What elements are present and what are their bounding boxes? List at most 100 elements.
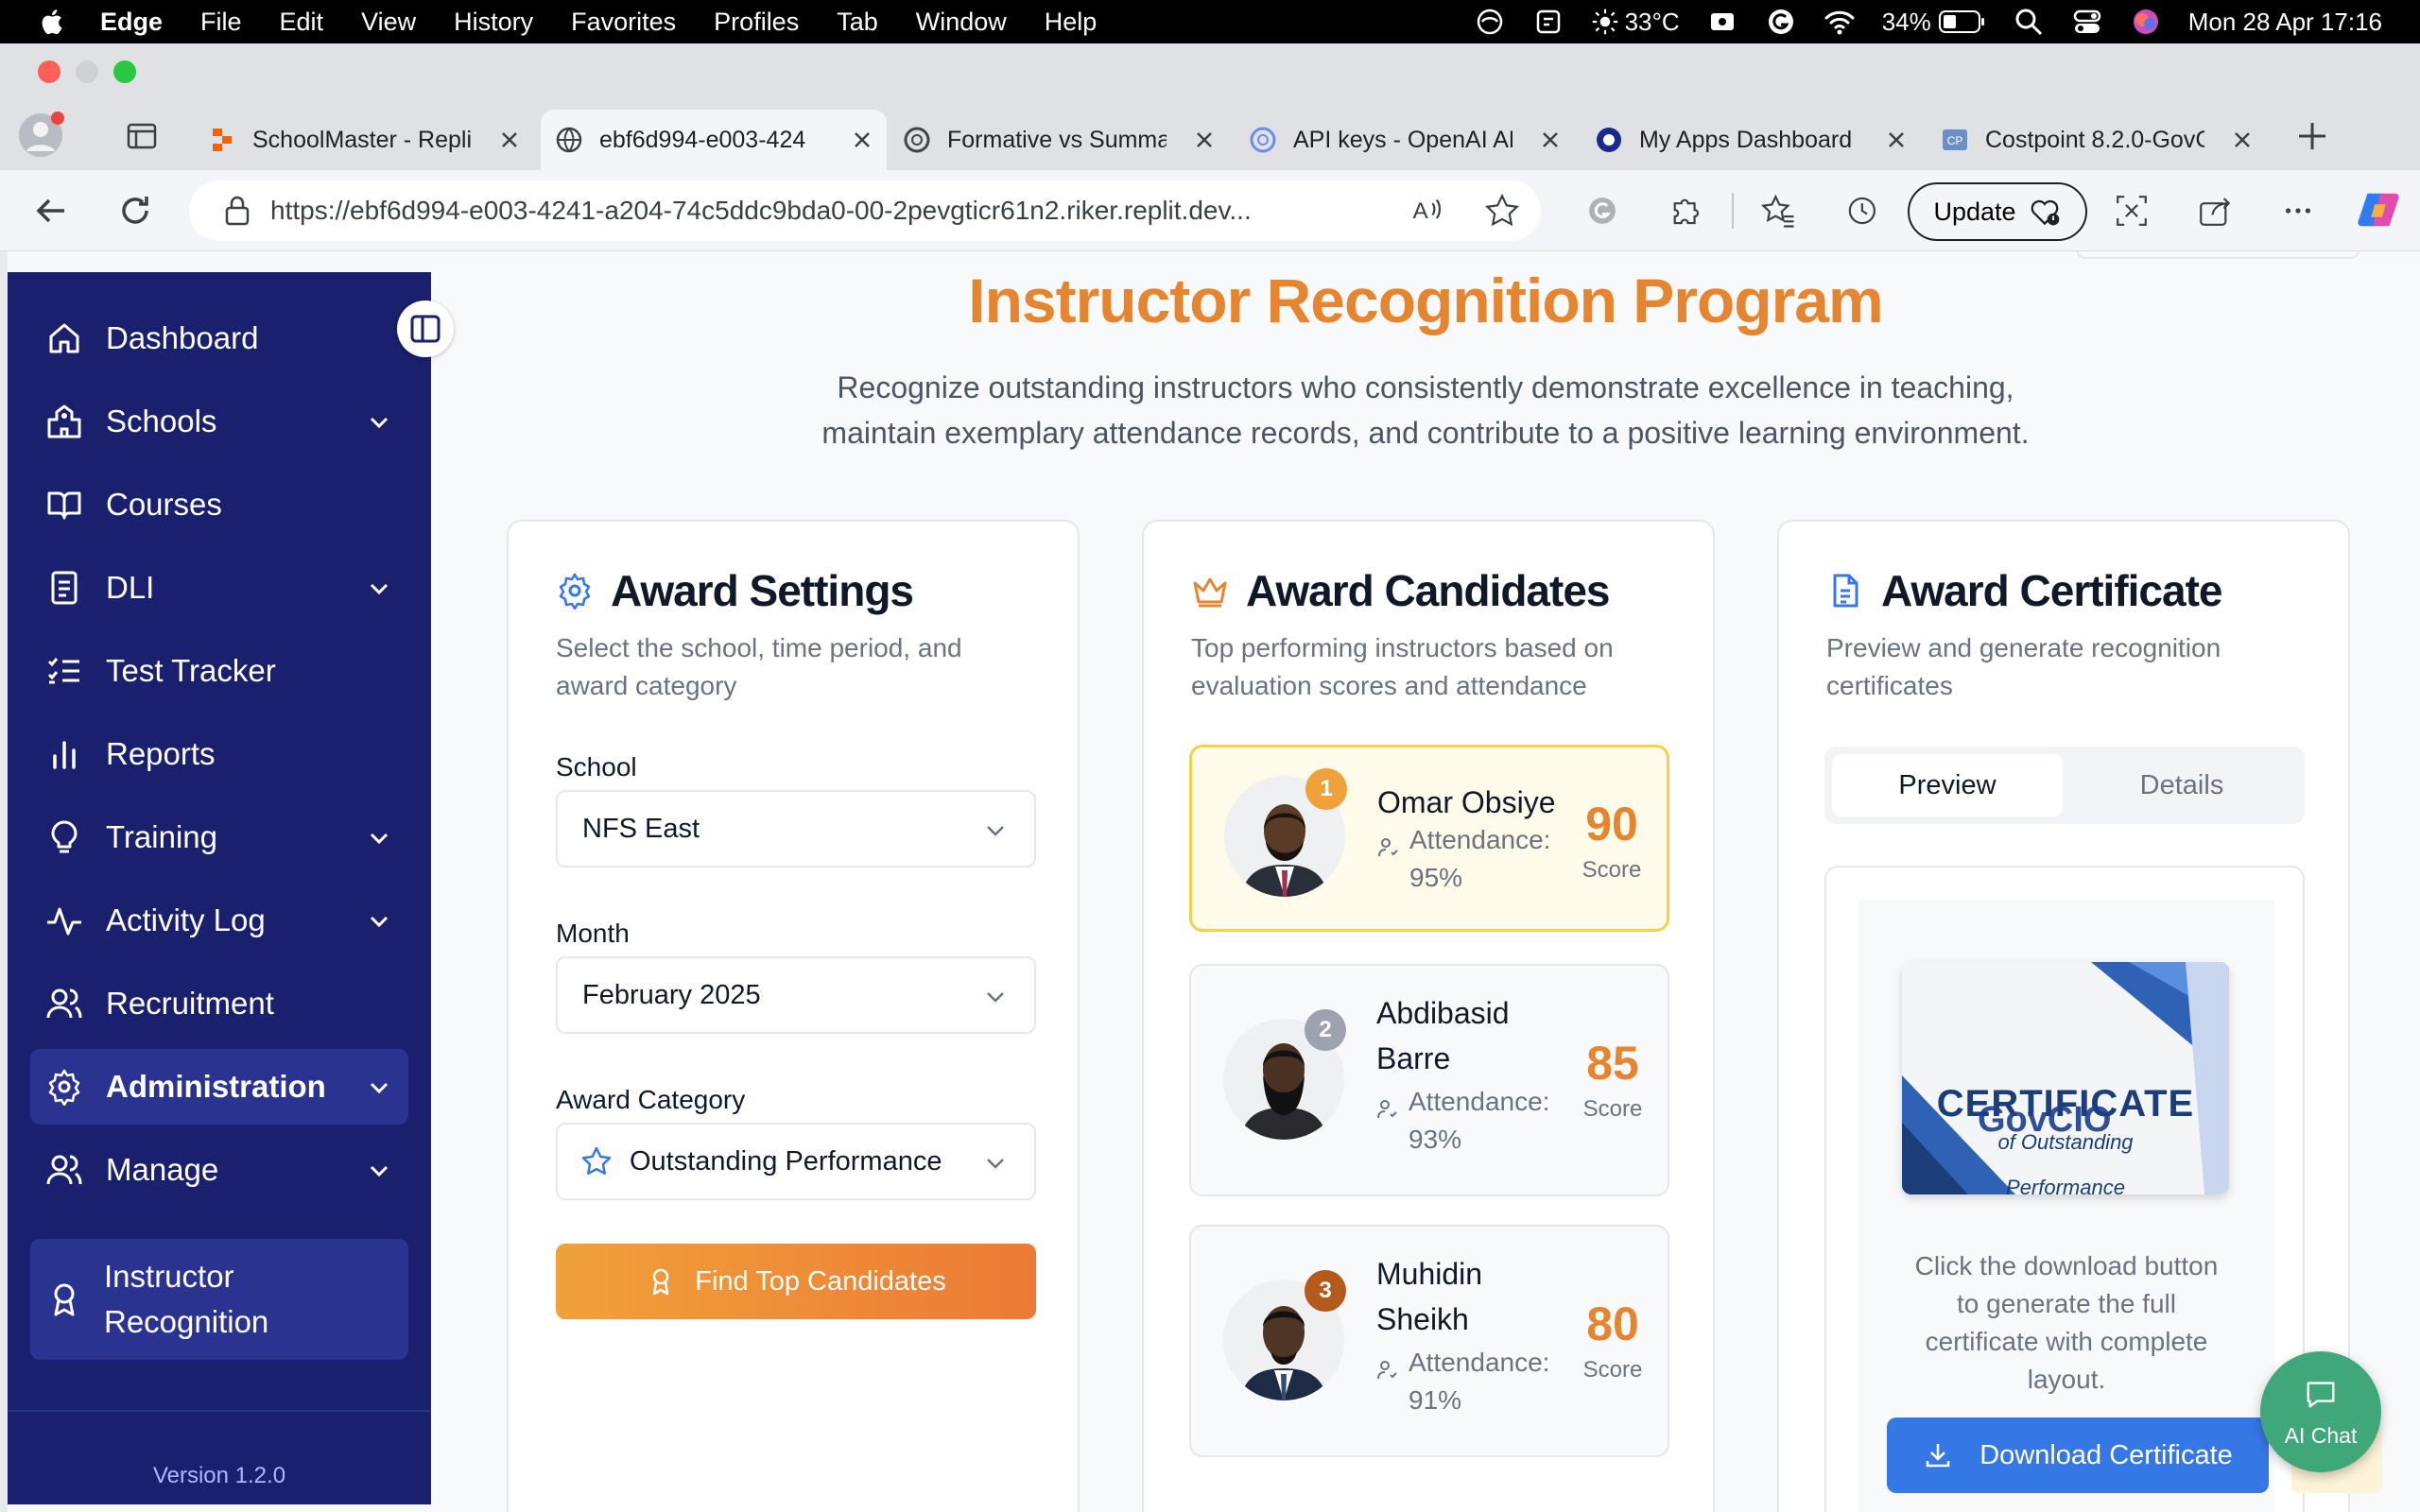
name-line: Barre <box>1376 1041 1451 1075</box>
tab-actions-icon[interactable] <box>123 117 161 155</box>
sidebar-item-activity-log[interactable]: Activity Log <box>30 883 408 958</box>
menu-edit[interactable]: Edit <box>280 8 324 37</box>
back-button[interactable] <box>30 189 74 232</box>
sidebar-item-dashboard[interactable]: Dashboard <box>30 301 408 376</box>
candidate-card[interactable]: 2 Abdibasid Barre Attendance: 93% 85 Scor… <box>1189 964 1669 1196</box>
award-candidates-card: Award Candidates Top performing instruct… <box>1142 520 1715 1512</box>
checklist-icon <box>47 658 79 684</box>
profile-avatar[interactable] <box>19 112 64 157</box>
grammarly-extension-icon[interactable] <box>1581 189 1624 232</box>
apple-icon[interactable] <box>38 8 64 36</box>
browser-tab[interactable]: My Apps Dashboard | <box>1581 110 1921 170</box>
score-value: 90 <box>1585 798 1638 850</box>
find-top-candidates-button[interactable]: Find Top Candidates <box>556 1244 1036 1319</box>
okta-icon <box>1597 128 1621 152</box>
spotlight-search-icon[interactable] <box>2013 6 2045 38</box>
menu-window[interactable]: Window <box>916 8 1007 37</box>
ai-chat-button[interactable]: AI Chat <box>2260 1351 2381 1472</box>
sidebar-item-recruitment[interactable]: Recruitment <box>30 966 408 1041</box>
lock-icon[interactable] <box>223 195 251 227</box>
sidebar-item-label: Courses <box>106 487 222 522</box>
certificate-thumbnail[interactable]: CERTIFICATE GovCIO of Outstanding <box>1902 962 2229 1194</box>
score-label: Score <box>1582 1357 1643 1383</box>
siri-icon[interactable] <box>2130 6 2162 38</box>
browser-tab[interactable]: API keys - OpenAI AP <box>1235 110 1575 170</box>
sidebar-item-administration[interactable]: Administration <box>30 1049 408 1125</box>
minimize-window-button[interactable] <box>76 60 98 83</box>
url-text[interactable]: https://ebf6d994-e003-4241-a204-74c5ddc9… <box>270 196 1252 226</box>
candidate-name: Abdibasid Barre <box>1376 990 1510 1081</box>
extensions-icon[interactable] <box>1664 189 1707 232</box>
menu-help[interactable]: Help <box>1045 8 1098 37</box>
close-tab-icon[interactable] <box>845 123 879 157</box>
close-tab-icon[interactable] <box>1187 123 1221 157</box>
share-icon[interactable] <box>2193 189 2237 232</box>
update-button[interactable]: Update <box>1908 182 2087 241</box>
menu-tab[interactable]: Tab <box>837 8 878 37</box>
menu-profiles[interactable]: Profiles <box>714 8 799 37</box>
browser-tab[interactable]: CP Costpoint 8.2.0-GovC <box>1927 110 2267 170</box>
read-aloud-icon[interactable]: A <box>1407 189 1450 232</box>
sidebar-item-schools[interactable]: Schools <box>30 384 408 459</box>
sidebar-item-reports[interactable]: Reports <box>30 716 408 792</box>
battery-indicator[interactable]: 34% <box>1882 8 1986 37</box>
reload-button[interactable] <box>113 189 157 232</box>
browser-tab[interactable]: Formative vs Summat <box>889 110 1229 170</box>
screen-record-icon[interactable] <box>1474 6 1506 38</box>
sidebar-item-courses[interactable]: Courses <box>30 467 408 542</box>
favorite-star-icon[interactable] <box>1480 189 1524 232</box>
weather-widget[interactable]: 33°C <box>1591 8 1680 37</box>
sidebar-item-dli[interactable]: DLI <box>30 550 408 626</box>
close-tab-icon[interactable] <box>2225 123 2259 157</box>
score-label: Score <box>1582 857 1642 883</box>
score-value: 80 <box>1586 1297 1639 1350</box>
close-tab-icon[interactable] <box>493 123 527 157</box>
menu-history[interactable]: History <box>454 8 533 37</box>
sidebar-item-manage[interactable]: Manage <box>30 1132 408 1208</box>
control-center-icon[interactable] <box>2071 6 2103 38</box>
candidate-card[interactable]: 3 Muhidin Sheikh Attendance: 91% 80 Score <box>1189 1225 1669 1457</box>
new-tab-icon[interactable] <box>2291 115 2333 157</box>
sun-icon <box>1592 9 1617 35</box>
favorites-icon[interactable] <box>1756 189 1800 232</box>
menu-app-name[interactable]: Edge <box>100 8 163 37</box>
monitor-icon[interactable] <box>1532 6 1564 38</box>
menu-file[interactable]: File <box>200 8 242 37</box>
candidate-card[interactable]: 1 Omar Obsiye Attendance: 95% 90 Score <box>1189 745 1669 932</box>
tab-details[interactable]: Details <box>2066 754 2297 816</box>
close-tab-icon[interactable] <box>1533 123 1567 157</box>
subtitle-line: Select the school, time period, and <box>556 633 962 662</box>
home-icon <box>49 323 79 353</box>
gear-icon <box>559 573 591 610</box>
sidebar-item-instructor-recognition[interactable]: Instructor Recognition <box>30 1239 408 1360</box>
close-tab-icon[interactable] <box>1879 123 1913 157</box>
award-icon <box>54 1283 75 1316</box>
certificate-preview-panel: CERTIFICATE GovCIO of Outstanding Perfor… <box>1824 866 2305 1512</box>
wifi-icon[interactable] <box>1824 6 1856 38</box>
clock[interactable]: Mon 28 Apr 17:16 <box>2188 8 2382 37</box>
browser-tab[interactable]: SchoolMaster - Replit <box>194 110 534 170</box>
svg-text:A: A <box>1412 198 1428 224</box>
grammarly-icon[interactable] <box>1765 6 1797 38</box>
more-options-icon[interactable] <box>2276 189 2320 232</box>
address-bar[interactable]: https://ebf6d994-e003-4241-a204-74c5ddc9… <box>189 180 1541 241</box>
tab-title: ebf6d994-e003-424 <box>599 126 806 153</box>
month-select[interactable]: February 2025 <box>556 956 1036 1034</box>
copilot-icon[interactable] <box>2354 185 2403 234</box>
history-icon[interactable] <box>1840 189 1883 232</box>
update-label: Update <box>1933 197 2016 226</box>
award-category-select[interactable]: Outstanding Performance <box>556 1123 1036 1200</box>
browser-tab-active[interactable]: ebf6d994-e003-424 <box>541 110 887 170</box>
extension-status-icon[interactable] <box>1706 6 1738 38</box>
download-certificate-button[interactable]: Download Certificate <box>1887 1418 2269 1493</box>
close-window-button[interactable] <box>38 60 60 83</box>
sidebar-item-test-tracker[interactable]: Test Tracker <box>30 633 408 709</box>
school-select[interactable]: NFS East <box>556 790 1036 868</box>
menu-view[interactable]: View <box>361 8 416 37</box>
zoom-window-button[interactable] <box>113 60 136 83</box>
sidebar-item-training[interactable]: Training <box>30 799 408 875</box>
menu-favorites[interactable]: Favorites <box>571 8 676 37</box>
attendance: Attendance: 95% <box>1377 821 1550 897</box>
tab-preview[interactable]: Preview <box>1832 754 2063 816</box>
screenshot-icon[interactable] <box>2110 189 2153 232</box>
